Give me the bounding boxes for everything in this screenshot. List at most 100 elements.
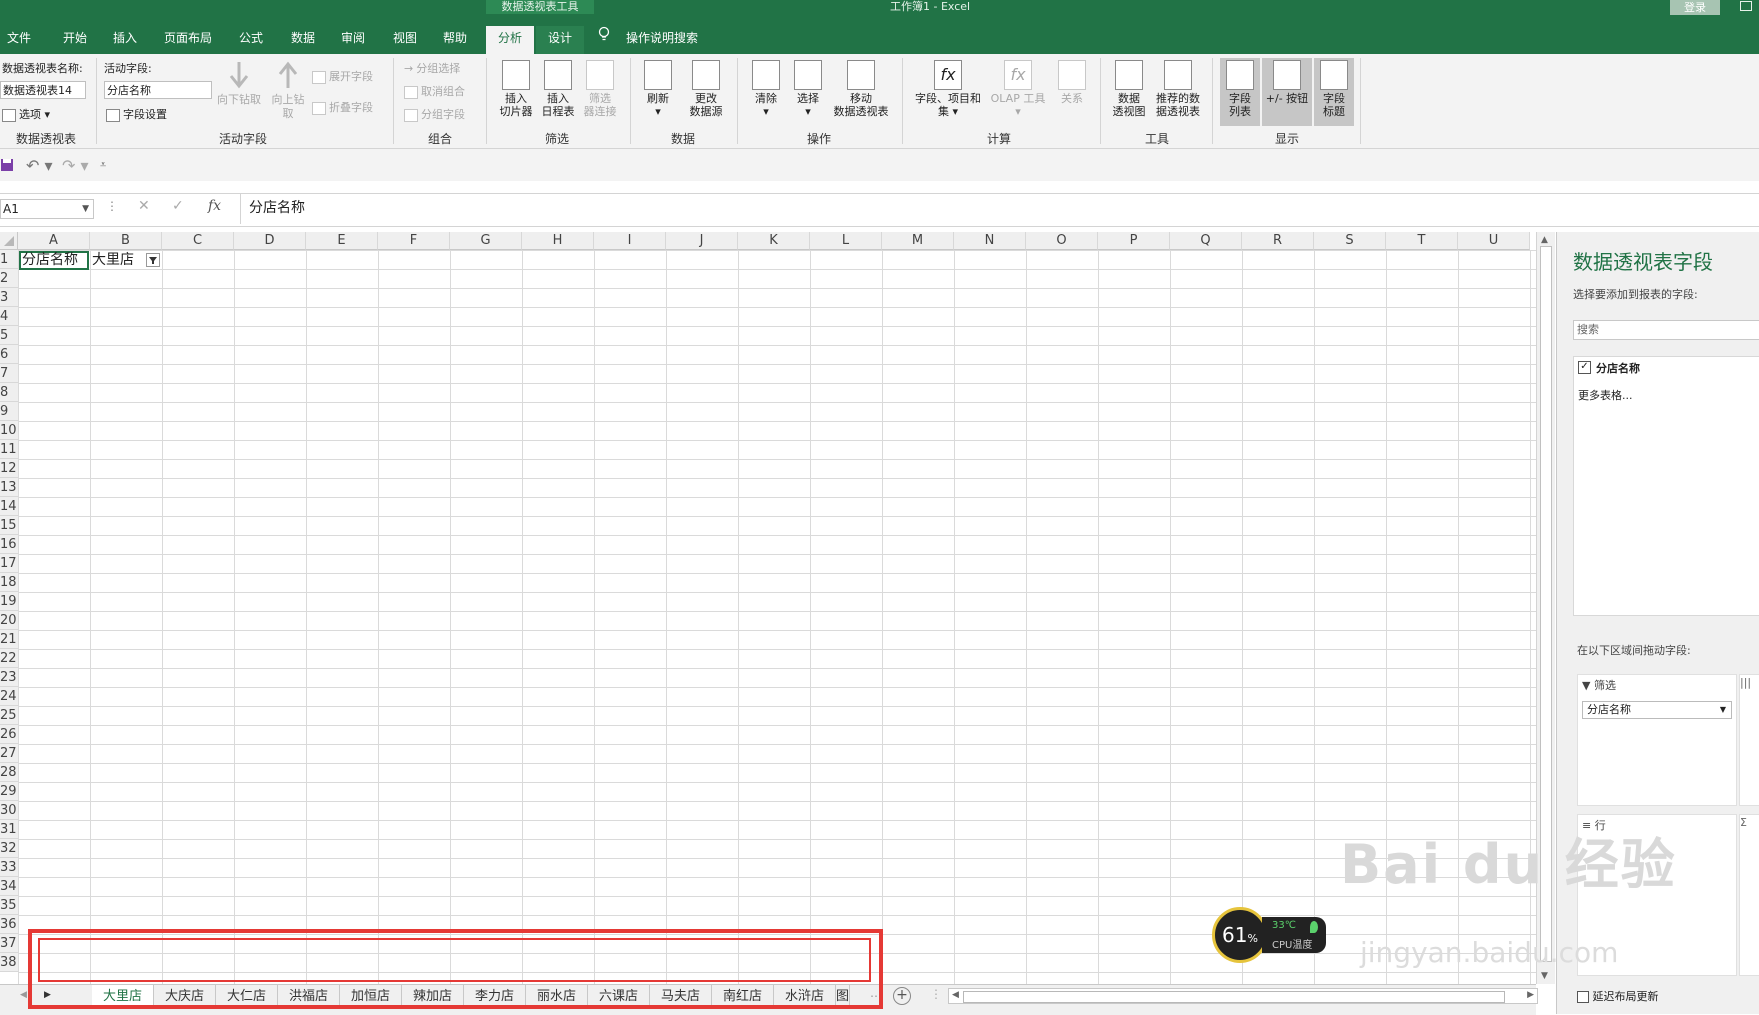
split-handle-icon[interactable]: ⋮ [930,987,942,1001]
column-header[interactable]: F [378,232,450,250]
row-header[interactable]: 28 [0,763,18,782]
row-header[interactable]: 23 [0,668,18,687]
olap-tools-button[interactable]: fx OLAP 工具 ▾ [986,60,1050,118]
drill-down-button[interactable]: 向下钻取 [214,60,264,107]
filter-connections-button[interactable]: 筛选 器连接 [578,60,622,118]
column-header[interactable]: J [666,232,738,250]
row-header[interactable]: 19 [0,592,18,611]
redo-icon[interactable]: ↷ ▾ [62,156,89,175]
row-header[interactable]: 14 [0,497,18,516]
tab-review[interactable]: 审阅 [332,26,374,54]
row-header[interactable]: 15 [0,516,18,535]
row-header[interactable]: 34 [0,877,18,896]
row-header[interactable]: 25 [0,706,18,725]
column-header[interactable]: G [450,232,522,250]
login-button[interactable]: 登录 [1670,0,1720,15]
row-header[interactable]: 8 [0,383,18,402]
row-header[interactable]: 17 [0,554,18,573]
column-header[interactable]: P [1098,232,1170,250]
select-all-corner[interactable] [0,232,18,250]
field-search-input[interactable]: 搜索 [1573,320,1759,340]
column-header[interactable]: I [594,232,666,250]
column-header[interactable]: M [882,232,954,250]
tab-file[interactable]: 文件 [0,26,38,54]
tell-me-search[interactable]: 操作说明搜索 [620,26,704,54]
column-header[interactable]: H [522,232,594,250]
group-selection-button[interactable]: → 分组选择 [404,62,460,76]
tab-view[interactable]: 视图 [384,26,426,54]
row-header[interactable]: 38 [0,953,18,972]
formula-input[interactable]: 分店名称 [240,194,1759,224]
cell-b1[interactable]: 大里店 [92,251,134,270]
customize-qat-icon[interactable]: ⩡ [100,158,106,172]
row-header[interactable]: 10 [0,421,18,440]
row-header[interactable]: 33 [0,858,18,877]
plus-minus-buttons-button[interactable]: +/- 按钮 [1262,58,1312,126]
row-header[interactable]: 26 [0,725,18,744]
row-header[interactable]: 31 [0,820,18,839]
pivotchart-button[interactable]: 数据 透视图 [1108,60,1150,118]
insert-slicer-button[interactable]: 插入 切片器 [494,60,538,118]
tab-home[interactable]: 开始 [54,26,96,54]
row-header[interactable]: 36 [0,915,18,934]
collapse-field-button[interactable]: 折叠字段 [312,101,373,115]
row-header[interactable]: 22 [0,649,18,668]
column-header[interactable]: S [1314,232,1386,250]
values-area[interactable]: Σ [1739,814,1759,976]
tab-scroll-left-icon[interactable]: ◀ [20,990,27,1000]
insert-timeline-button[interactable]: 插入 日程表 [536,60,580,118]
worksheet-grid[interactable]: ABCDEFGHIJKLMNOPQRSTU 1 2 3 4 5 6 7 8 9 10 11 12 13 1… [0,232,1536,985]
cancel-icon[interactable]: ✕ [138,198,150,214]
column-header[interactable]: U [1458,232,1530,250]
expand-field-button[interactable]: 展开字段 [312,70,373,84]
filter-dropdown-icon[interactable] [146,253,160,267]
column-header[interactable]: L [810,232,882,250]
field-checkbox[interactable]: ✓ [1578,361,1591,374]
tab-data[interactable]: 数据 [282,26,324,54]
column-header[interactable]: B [90,232,162,250]
column-header[interactable]: E [306,232,378,250]
refresh-button[interactable]: 刷新 ▾ [638,60,678,118]
clear-button[interactable]: 清除 ▾ [744,60,788,118]
row-header[interactable]: 7 [0,364,18,383]
row-header[interactable]: 3 [0,288,18,307]
row-header[interactable]: 6 [0,345,18,364]
tab-analyze[interactable]: 分析 [486,26,534,54]
field-headers-button[interactable]: 字段 标题 [1314,58,1354,126]
relationships-button[interactable]: 关系 [1052,60,1092,105]
column-header[interactable]: A [18,232,90,250]
horizontal-scrollbar[interactable]: ◀ ▶ [948,988,1538,1004]
move-pivot-button[interactable]: 移动 数据透视表 [828,60,894,118]
row-header[interactable]: 1 [0,250,18,269]
more-tables-link[interactable]: 更多表格... [1578,387,1633,403]
row-header[interactable]: 24 [0,687,18,706]
name-box[interactable]: A1 ▼ [0,199,94,219]
column-header[interactable]: O [1026,232,1098,250]
row-header[interactable]: 12 [0,459,18,478]
recommended-pivot-button[interactable]: 推荐的数 据透视表 [1150,60,1206,118]
row-header[interactable]: 13 [0,478,18,497]
row-header[interactable]: 16 [0,535,18,554]
tab-formulas[interactable]: 公式 [230,26,272,54]
row-header[interactable]: 20 [0,611,18,630]
change-data-source-button[interactable]: 更改 数据源 [680,60,732,118]
row-header[interactable]: 35 [0,896,18,915]
drill-up-button[interactable]: 向上钻 取 [268,60,308,121]
tab-insert[interactable]: 插入 [104,26,146,54]
column-header[interactable]: T [1386,232,1458,250]
field-settings-button[interactable]: 字段设置 [106,108,167,122]
column-header[interactable]: N [954,232,1026,250]
enter-icon[interactable]: ✓ [172,198,184,214]
column-header[interactable]: C [162,232,234,250]
cell-a1[interactable]: 分店名称 [22,251,78,270]
save-icon[interactable] [0,158,14,175]
column-header[interactable]: Q [1170,232,1242,250]
field-item-label[interactable]: 分店名称 [1596,360,1640,376]
row-header[interactable]: 4 [0,307,18,326]
select-button[interactable]: 选择 ▾ [788,60,828,118]
defer-update-option[interactable]: 延迟布局更新 [1577,988,1659,1004]
add-sheet-icon[interactable]: + [893,987,911,1005]
tab-help[interactable]: 帮助 [434,26,476,54]
row-header[interactable]: 9 [0,402,18,421]
column-header[interactable]: R [1242,232,1314,250]
